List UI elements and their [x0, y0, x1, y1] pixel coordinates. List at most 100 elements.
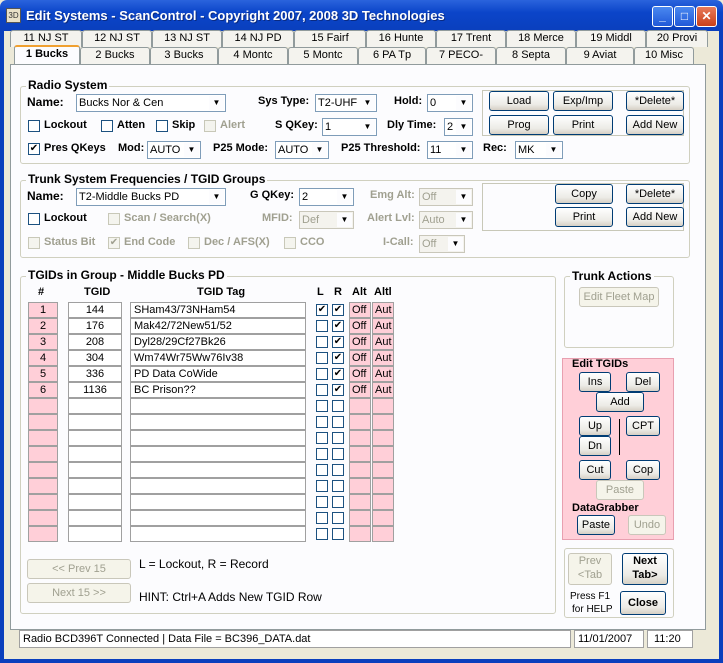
record-row-checkbox[interactable] [332, 528, 344, 540]
tgid-tag-cell[interactable]: SHam43/73NHam54 [130, 302, 306, 318]
tab-bottom-2[interactable]: 2 Bucks [80, 47, 150, 64]
tab-top-14[interactable]: 14 NJ PD [222, 30, 294, 47]
altl-cell[interactable] [372, 462, 394, 478]
mfid-combo[interactable]: Def ▼ [299, 211, 354, 229]
altl-cell[interactable]: Aut [372, 366, 394, 382]
ins-button[interactable]: Ins [579, 372, 611, 392]
grabber-paste-button[interactable]: Paste [577, 515, 615, 535]
alt-cell[interactable] [349, 478, 371, 494]
tab-bottom-3[interactable]: 3 Bucks [150, 47, 218, 64]
next-15-button[interactable]: Next 15 >> [27, 583, 131, 603]
mod-combo[interactable]: AUTO ▼ [147, 141, 201, 159]
up-button[interactable]: Up [579, 416, 611, 436]
tab-bottom-4[interactable]: 4 Montc [218, 47, 288, 64]
tab-top-20[interactable]: 20 Provi [646, 30, 708, 47]
lockout-row-checkbox[interactable] [316, 528, 328, 540]
tgid-tag-cell[interactable] [130, 510, 306, 526]
alt-cell[interactable] [349, 494, 371, 510]
add-new-system-button[interactable]: Add New [626, 115, 684, 135]
record-row-checkbox[interactable] [332, 496, 344, 508]
emg-alt-combo[interactable]: Off ▼ [419, 188, 473, 206]
edit-fleet-map-button[interactable]: Edit Fleet Map [579, 287, 659, 307]
p25-threshold-combo[interactable]: 11 ▼ [427, 141, 473, 159]
record-row-checkbox[interactable]: ✔ [332, 352, 344, 364]
tgid-tag-cell[interactable] [130, 526, 306, 542]
alt-cell[interactable]: Off [349, 350, 371, 366]
alt-cell[interactable] [349, 398, 371, 414]
scan-search-checkbox[interactable] [108, 213, 120, 225]
tgid-tag-cell[interactable]: BC Prison?? [130, 382, 306, 398]
dec-afs-checkbox[interactable] [188, 237, 200, 249]
tgid-tag-cell[interactable] [130, 446, 306, 462]
tab-top-12[interactable]: 12 NJ ST [82, 30, 152, 47]
tgid-cell[interactable] [68, 446, 122, 462]
sqkey-combo[interactable]: 1 ▼ [322, 118, 377, 136]
tgid-tag-cell[interactable] [130, 430, 306, 446]
lockout-row-checkbox[interactable] [316, 384, 328, 396]
tgid-cell[interactable] [68, 526, 122, 542]
altl-cell[interactable] [372, 494, 394, 510]
lockout-row-checkbox[interactable] [316, 512, 328, 524]
alert-lvl-combo[interactable]: Auto ▼ [419, 211, 473, 229]
tgid-cell[interactable]: 144 [68, 302, 122, 318]
altl-cell[interactable] [372, 398, 394, 414]
altl-cell[interactable] [372, 430, 394, 446]
status-bit-checkbox[interactable] [28, 237, 40, 249]
lockout-row-checkbox[interactable] [316, 352, 328, 364]
lockout-row-checkbox[interactable] [316, 464, 328, 476]
record-row-checkbox[interactable] [332, 400, 344, 412]
dn-button[interactable]: Dn [579, 436, 611, 456]
maximize-button[interactable]: □ [674, 6, 695, 27]
record-row-checkbox[interactable]: ✔ [332, 304, 344, 316]
dly-combo[interactable]: 2 ▼ [444, 118, 473, 136]
tgid-cell[interactable]: 176 [68, 318, 122, 334]
tab-bottom-8[interactable]: 8 Septa [496, 47, 566, 64]
tab-bottom-10[interactable]: 10 Misc [634, 47, 694, 64]
atten-checkbox[interactable] [101, 120, 113, 132]
prev-tab-button[interactable]: Prev <Tab [568, 553, 612, 585]
record-row-checkbox[interactable]: ✔ [332, 336, 344, 348]
tgid-tag-cell[interactable] [130, 398, 306, 414]
lockout-checkbox[interactable] [28, 120, 40, 132]
altl-cell[interactable]: Aut [372, 318, 394, 334]
tab-top-17[interactable]: 17 Trent [436, 30, 506, 47]
cut-button[interactable]: Cut [579, 460, 611, 480]
record-row-checkbox[interactable]: ✔ [332, 368, 344, 380]
app-icon[interactable]: 3D [6, 8, 21, 23]
alt-cell[interactable] [349, 430, 371, 446]
altl-cell[interactable]: Aut [372, 382, 394, 398]
altl-cell[interactable] [372, 510, 394, 526]
tgid-tag-cell[interactable]: PD Data CoWide [130, 366, 306, 382]
lockout-row-checkbox[interactable] [316, 400, 328, 412]
record-row-checkbox[interactable] [332, 448, 344, 460]
exp-imp-button[interactable]: Exp/Imp [553, 91, 613, 111]
next-tab-button[interactable]: Next Tab> [622, 553, 668, 585]
close-window-button[interactable]: ✕ [696, 6, 717, 27]
lockout-row-checkbox[interactable] [316, 336, 328, 348]
alt-cell[interactable] [349, 510, 371, 526]
tgid-cell[interactable]: 208 [68, 334, 122, 350]
cco-checkbox[interactable] [284, 237, 296, 249]
altl-cell[interactable]: Aut [372, 302, 394, 318]
lockout-row-checkbox[interactable] [316, 480, 328, 492]
gqkey-combo[interactable]: 2 ▼ [299, 188, 354, 206]
lockout-row-checkbox[interactable] [316, 448, 328, 460]
alt-cell[interactable] [349, 414, 371, 430]
skip-checkbox[interactable] [156, 120, 168, 132]
tgid-tag-cell[interactable] [130, 462, 306, 478]
altl-cell[interactable] [372, 414, 394, 430]
tab-bottom-1[interactable]: 1 Bucks [14, 45, 80, 64]
tab-top-16[interactable]: 16 Hunte [366, 30, 436, 47]
close-button[interactable]: Close [620, 591, 666, 615]
tab-bottom-6[interactable]: 6 PA Tp [358, 47, 426, 64]
tab-top-19[interactable]: 19 Middl [576, 30, 646, 47]
tgid-cell[interactable] [68, 462, 122, 478]
cpt-button[interactable]: CPT [626, 416, 660, 436]
record-row-checkbox[interactable] [332, 432, 344, 444]
prog-button[interactable]: Prog [489, 115, 549, 135]
delete-system-button[interactable]: *Delete* [626, 91, 684, 111]
tab-bottom-9[interactable]: 9 Aviat [566, 47, 634, 64]
add-new-group-button[interactable]: Add New [626, 207, 684, 227]
alert-checkbox[interactable] [204, 120, 216, 132]
prev-15-button[interactable]: << Prev 15 [27, 559, 131, 579]
